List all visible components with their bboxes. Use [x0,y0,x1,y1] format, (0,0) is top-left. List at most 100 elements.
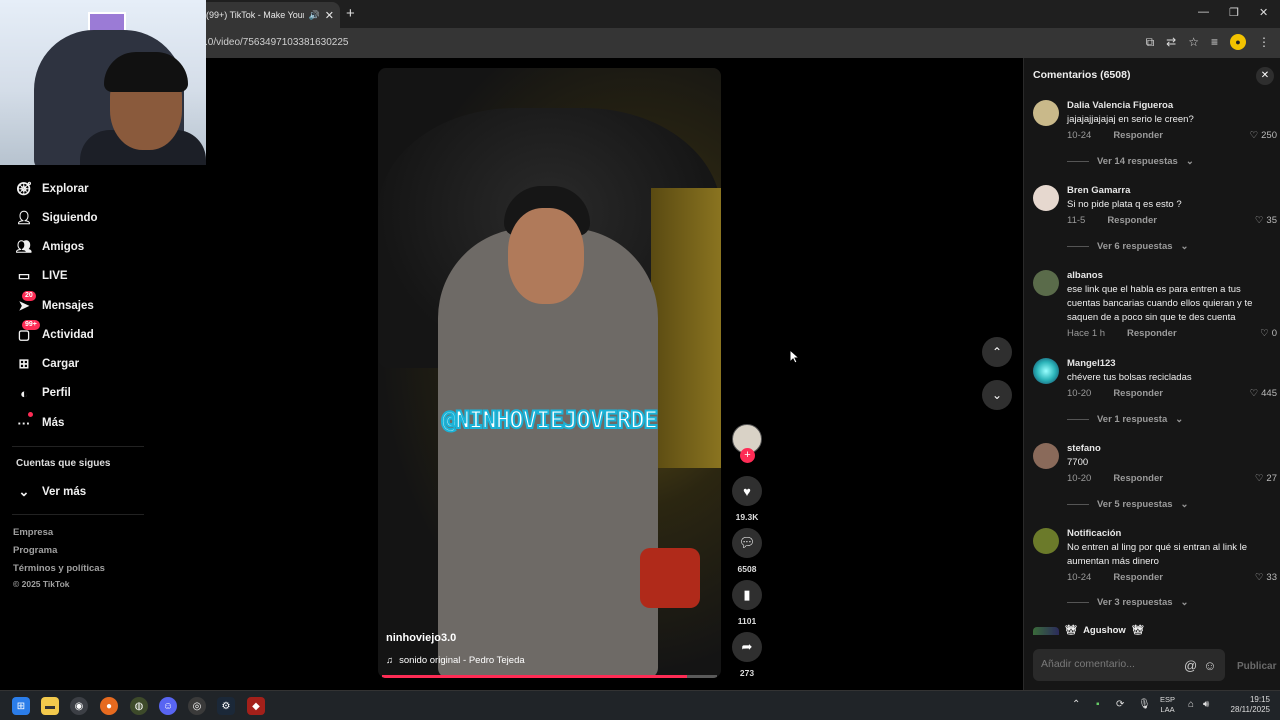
tray-sync-icon[interactable]: ⟳ [1116,699,1124,710]
windows-start-icon[interactable]: ⊞ [12,697,30,715]
comment-user[interactable]: Mangel123 [1067,358,1116,369]
webcam-overlay [0,0,206,165]
sidebar-item-explorar[interactable]: 🧭︎ Explorar [16,181,89,197]
steam-icon[interactable]: ⚙ [217,697,235,715]
dota-icon[interactable]: ◆ [247,697,265,715]
save-button[interactable]: ▮ 1101 [732,580,762,626]
reply-button[interactable]: Responder [1107,215,1157,226]
speaker-icon[interactable]: 🔊 [309,10,320,21]
comment-avatar[interactable] [1033,443,1059,469]
file-explorer-icon[interactable]: ▬ [41,697,59,715]
video-author[interactable]: ninhoviejo3.0 [386,632,456,644]
restore-icon[interactable]: ❐ [1229,6,1239,19]
translate-icon[interactable]: ⇄ [1166,35,1176,49]
comment-like[interactable]: ♡ 250 [1250,130,1277,141]
comment-user[interactable]: Notificación [1067,528,1121,539]
minimize-icon[interactable]: — [1198,6,1209,18]
close-comments-button[interactable]: ✕ [1256,67,1274,85]
video-sound[interactable]: ♫ sonido original - Pedro Tejeda [386,655,525,666]
publish-button[interactable]: Publicar [1237,661,1276,672]
sidebar-item-perfil[interactable]: ◐ Perfil [16,385,71,401]
chrome-icon[interactable]: ◉ [70,697,88,715]
sidebar-item-mas[interactable]: ··· Más [16,412,64,431]
comment-user[interactable]: stefano [1067,443,1101,454]
comment-like[interactable]: ♡ 27 [1255,473,1277,484]
url-field[interactable]: .0/video/7563497103381630225 [205,37,348,48]
media-icon[interactable]: ≡ [1211,35,1218,49]
view-replies-button[interactable]: Ver 1 respuesta ⌄ [1067,414,1183,425]
comment-user[interactable]: Bren Gamarra [1067,185,1130,196]
extension-icon[interactable]: ● [1230,34,1246,50]
sidebar-item-siguiendo[interactable]: 👤︎ Siguiendo [16,210,98,226]
sound-label: sonido original - Pedro Tejeda [399,655,525,666]
window-close-icon[interactable]: ✕ [1259,6,1268,19]
comment-user[interactable]: Agushow [1083,625,1126,636]
microphone-icon[interactable]: 🎙︎ [1138,699,1151,710]
discord-icon[interactable]: ☺ [159,697,177,715]
reply-button[interactable]: Responder [1113,473,1163,484]
tray-app-icon[interactable]: ▪ [1096,699,1100,710]
footer-programa[interactable]: Programa [13,545,57,556]
sidebar-item-live[interactable]: ▭ LIVE [16,268,68,284]
new-tab-button[interactable]: + [346,5,355,22]
reply-button[interactable]: Responder [1127,328,1177,339]
comment-like[interactable]: ♡ 445 [1250,388,1277,399]
footer-terminos[interactable]: Términos y políticas [13,563,105,574]
view-replies-button[interactable]: Ver 6 respuestas ⌄ [1067,241,1189,252]
comment-like[interactable]: ♡ 0 [1260,328,1277,339]
comment-avatar[interactable] [1033,358,1059,384]
see-more-button[interactable]: ⌄ Ver más [16,484,87,500]
reply-button[interactable]: Responder [1113,572,1163,583]
tray-chevron-up-icon[interactable]: ⌃ [1072,699,1080,710]
clock[interactable]: 19:15 28/11/2025 [1226,695,1270,715]
comment-avatar[interactable] [1033,528,1059,554]
video-progress-bar[interactable] [382,675,717,678]
browser-menu-icon[interactable]: ⋮ [1258,35,1270,49]
firefox-icon[interactable]: ● [100,697,118,715]
video-player[interactable]: @NINHOVIEJOVERDE ninhoviejo3.0 ♫ sonido … [378,68,721,678]
footer-copyright: © 2025 TikTok [13,579,70,589]
language-indicator[interactable]: ESP LAA [1160,695,1175,715]
comment-button[interactable]: 💬︎ 6508 [732,528,762,574]
comment-user[interactable]: Dalia Valencia Figueroa [1067,100,1173,111]
comment-avatar[interactable] [1033,100,1059,126]
volume-icon[interactable]: 🔊︎ [1203,699,1209,710]
share-button[interactable]: ➦ 273 [732,632,762,678]
heart-outline-icon: ♡ [1260,328,1269,339]
emoji-icon[interactable]: ☺ [1203,658,1216,673]
reply-button[interactable]: Responder [1113,388,1163,399]
comment-avatar[interactable] [1033,185,1059,211]
comment-text: ese link que el habla es para entren a t… [1067,284,1253,323]
view-replies-button[interactable]: Ver 14 respuestas ⌄ [1067,156,1194,167]
comment-avatar[interactable] [1033,626,1059,635]
comment-like-count: 250 [1261,130,1277,141]
more-icon: ··· [16,412,33,431]
obs-icon[interactable]: ◎ [188,697,206,715]
follow-plus-icon[interactable]: + [740,448,755,463]
sidebar-item-mensajes[interactable]: ➤ 20 Mensajes [16,291,94,314]
tab-close-icon[interactable]: ✕ [325,9,334,22]
sidebar-item-amigos[interactable]: 👥︎ Amigos [16,239,84,255]
app-icon[interactable]: ◍ [130,697,148,715]
bookmark-star-icon[interactable]: ☆ [1188,35,1199,49]
previous-video-button[interactable]: ⌃ [982,337,1012,367]
sidebar-item-label: LIVE [42,270,68,282]
crown-icon: 👑︎ [1131,625,1144,636]
comment-avatar[interactable] [1033,270,1059,296]
mention-icon[interactable]: @ [1184,658,1197,673]
view-replies-label: Ver 5 respuestas [1097,499,1173,510]
reply-button[interactable]: Responder [1113,130,1163,141]
comment-like[interactable]: ♡ 33 [1255,572,1277,583]
like-button[interactable]: ♥ 19.3K [732,476,762,522]
comment-like[interactable]: ♡ 35 [1255,215,1277,226]
view-replies-button[interactable]: Ver 3 respuestas ⌄ [1067,597,1189,608]
browser-tab[interactable]: (99+) TikTok - Make Your Day 🔊 ✕ [200,2,340,28]
sidebar-item-actividad[interactable]: ▢ 99+ Actividad [16,320,94,343]
comment-user[interactable]: albanos [1067,270,1103,281]
footer-empresa[interactable]: Empresa [13,527,53,538]
network-icon[interactable]: ⌂ [1188,699,1194,710]
next-video-button[interactable]: ⌄ [982,380,1012,410]
view-replies-button[interactable]: Ver 5 respuestas ⌄ [1067,499,1189,510]
sidebar-item-cargar[interactable]: ⊞ Cargar [16,356,80,372]
cast-icon[interactable]: ⧉ [1146,35,1155,50]
